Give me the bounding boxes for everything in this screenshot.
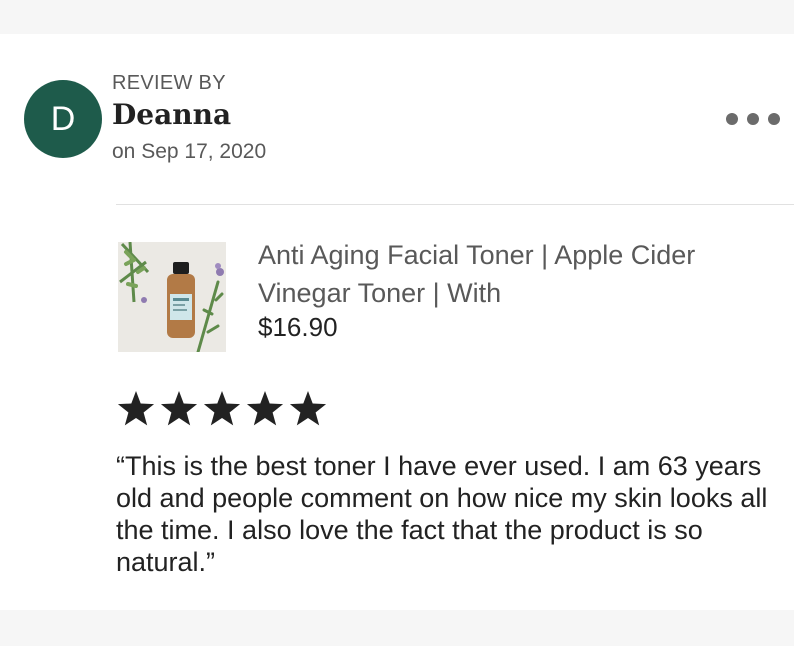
review-by-label: REVIEW BY: [112, 72, 226, 94]
divider: [116, 204, 794, 205]
review-text: “This is the best toner I have ever used…: [116, 451, 768, 577]
more-options-button[interactable]: [726, 106, 780, 132]
star-icon: [246, 391, 284, 426]
review-card: D REVIEW BY Deanna on Sep 17, 2020 Anti …: [0, 34, 794, 610]
star-rating: [117, 391, 327, 426]
product-price: $16.90: [258, 312, 338, 342]
star-icon: [203, 391, 241, 426]
more-horizontal-icon: [768, 113, 780, 125]
star-icon: [289, 391, 327, 426]
more-horizontal-icon: [726, 113, 738, 125]
more-horizontal-icon: [747, 113, 759, 125]
product-thumbnail[interactable]: [118, 242, 226, 352]
avatar-letter: D: [50, 99, 76, 138]
product-title-link[interactable]: Anti Aging Facial Toner | Apple Cider Vi…: [258, 236, 728, 312]
avatar[interactable]: D: [24, 80, 102, 158]
toner-bottle-image: [118, 242, 226, 352]
reviewer-name[interactable]: Deanna: [112, 98, 231, 131]
review-date: on Sep 17, 2020: [112, 140, 267, 163]
star-icon: [160, 391, 198, 426]
star-icon: [117, 391, 155, 426]
